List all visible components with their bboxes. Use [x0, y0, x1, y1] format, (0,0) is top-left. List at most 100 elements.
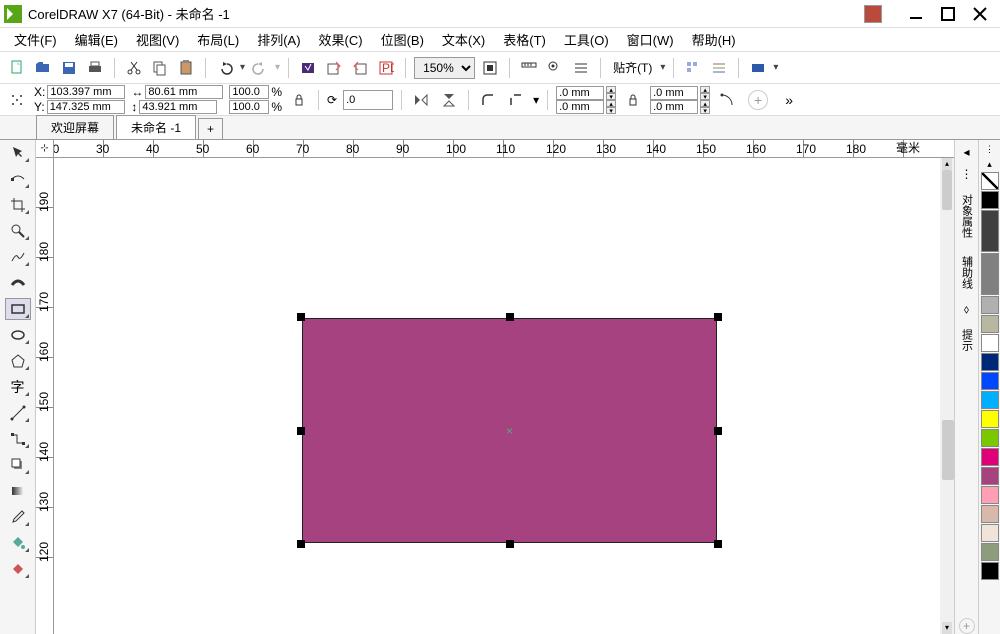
- menu-view[interactable]: 视图(V): [128, 27, 187, 52]
- scroll-down-icon[interactable]: ▾: [942, 622, 952, 634]
- palette-swatch[interactable]: [981, 467, 999, 485]
- docker-guidelines[interactable]: 辅助线: [957, 250, 977, 295]
- undo-button[interactable]: [214, 57, 236, 79]
- import-button[interactable]: [323, 57, 345, 79]
- show-guidelines-button[interactable]: [570, 57, 592, 79]
- launcher-button[interactable]: [747, 57, 769, 79]
- menu-edit[interactable]: 编辑(E): [67, 27, 126, 52]
- corner-dropdown-icon[interactable]: ▾: [533, 93, 539, 107]
- connector-tool[interactable]: [5, 428, 31, 450]
- palette-swatch[interactable]: [981, 543, 999, 561]
- ellipse-tool[interactable]: [5, 324, 31, 346]
- center-marker-icon[interactable]: ×: [505, 426, 515, 436]
- menu-effects[interactable]: 效果(C): [311, 27, 371, 52]
- snap-dropdown-icon[interactable]: ▾: [660, 62, 665, 73]
- menu-tools[interactable]: 工具(O): [556, 27, 617, 52]
- palette-menu-icon[interactable]: ⋮: [983, 142, 996, 157]
- horizontal-ruler[interactable]: 20 30 40 50 60 70 80 90 100 110 120 130 …: [54, 140, 954, 158]
- handle-bottom-center[interactable]: [506, 540, 514, 548]
- corner-round-button[interactable]: [477, 89, 499, 111]
- mirror-v-button[interactable]: [438, 89, 460, 111]
- palette-swatch[interactable]: [981, 296, 999, 314]
- menu-layout[interactable]: 布局(L): [189, 27, 247, 52]
- vertical-ruler[interactable]: 190 180 170 160 150 140 130 120: [36, 158, 54, 634]
- undo-dropdown-icon[interactable]: ▾: [240, 62, 245, 73]
- menu-arrange[interactable]: 排列(A): [249, 27, 308, 52]
- scale-x-input[interactable]: [229, 85, 269, 99]
- palette-swatch[interactable]: [981, 562, 999, 580]
- shape-tool[interactable]: [5, 168, 31, 190]
- freehand-tool[interactable]: [5, 246, 31, 268]
- publish-pdf-button[interactable]: PDF: [375, 57, 397, 79]
- palette-swatch[interactable]: [981, 505, 999, 523]
- corner-br-input[interactable]: [650, 100, 698, 114]
- handle-bottom-left[interactable]: [297, 540, 305, 548]
- scale-y-input[interactable]: [229, 100, 269, 114]
- open-button[interactable]: [32, 57, 54, 79]
- handle-mid-left[interactable]: [297, 427, 305, 435]
- add-preset-button[interactable]: +: [748, 90, 768, 110]
- add-docker-button[interactable]: +: [959, 618, 975, 634]
- scroll-up-icon[interactable]: ▴: [942, 158, 952, 170]
- menu-text[interactable]: 文本(X): [434, 27, 493, 52]
- docker-expand-icon[interactable]: ◂: [959, 144, 975, 160]
- palette-swatch[interactable]: [981, 253, 999, 295]
- new-button[interactable]: [6, 57, 28, 79]
- palette-swatch[interactable]: [981, 524, 999, 542]
- corner-tr-input[interactable]: [650, 86, 698, 100]
- width-input[interactable]: [145, 85, 223, 99]
- y-input[interactable]: [47, 100, 125, 114]
- vertical-scrollbar[interactable]: ▴ ▾: [940, 158, 954, 634]
- height-input[interactable]: [139, 100, 217, 114]
- maximize-button[interactable]: [938, 4, 958, 24]
- rectangle-tool[interactable]: [5, 298, 31, 320]
- spin-down[interactable]: ▾: [700, 107, 710, 114]
- spin-down[interactable]: ▾: [700, 93, 710, 100]
- tab-add-button[interactable]: +: [198, 118, 223, 139]
- palette-swatch[interactable]: [981, 372, 999, 390]
- palette-swatch[interactable]: [981, 391, 999, 409]
- print-button[interactable]: [84, 57, 106, 79]
- snap-label[interactable]: 贴齐(T): [609, 59, 656, 76]
- corner-scallop-button[interactable]: [505, 89, 527, 111]
- handle-top-right[interactable]: [714, 313, 722, 321]
- spin-up[interactable]: ▴: [606, 100, 616, 107]
- zoom-tool[interactable]: [5, 220, 31, 242]
- relative-scaling-button[interactable]: [716, 89, 738, 111]
- corner-bl-input[interactable]: [556, 100, 604, 114]
- ruler-origin-icon[interactable]: ⊹: [36, 140, 54, 158]
- handle-top-center[interactable]: [506, 313, 514, 321]
- parallel-dim-tool[interactable]: [5, 402, 31, 424]
- export-button[interactable]: [349, 57, 371, 79]
- scrollbar-thumb[interactable]: [942, 170, 952, 210]
- menu-help[interactable]: 帮助(H): [684, 27, 744, 52]
- cut-button[interactable]: [123, 57, 145, 79]
- palette-swatch[interactable]: [981, 334, 999, 352]
- redo-button[interactable]: [249, 57, 271, 79]
- close-button[interactable]: [970, 4, 990, 24]
- mirror-h-button[interactable]: [410, 89, 432, 111]
- palette-swatch[interactable]: [981, 353, 999, 371]
- save-button[interactable]: [58, 57, 80, 79]
- menu-bitmaps[interactable]: 位图(B): [373, 27, 432, 52]
- transparency-tool[interactable]: [5, 480, 31, 502]
- palette-no-color[interactable]: [981, 172, 999, 190]
- artistic-media-tool[interactable]: [5, 272, 31, 294]
- show-rulers-button[interactable]: [518, 57, 540, 79]
- corner-tl-input[interactable]: [556, 86, 604, 100]
- lock-ratio-button[interactable]: [288, 89, 310, 111]
- palette-swatch[interactable]: [981, 210, 999, 252]
- spin-down[interactable]: ▾: [606, 107, 616, 114]
- drop-shadow-tool[interactable]: [5, 454, 31, 476]
- options-button[interactable]: [682, 57, 704, 79]
- handle-top-left[interactable]: [297, 313, 305, 321]
- palette-swatch[interactable]: [981, 429, 999, 447]
- fullscreen-preview-button[interactable]: [479, 57, 501, 79]
- minimize-button[interactable]: [906, 4, 926, 24]
- handle-bottom-right[interactable]: [714, 540, 722, 548]
- drawing-page[interactable]: ×: [54, 158, 954, 634]
- palette-swatch[interactable]: [981, 315, 999, 333]
- docker-hints-icon[interactable]: ⬨: [959, 301, 975, 317]
- palette-swatch[interactable]: [981, 448, 999, 466]
- smart-fill-tool[interactable]: [5, 558, 31, 580]
